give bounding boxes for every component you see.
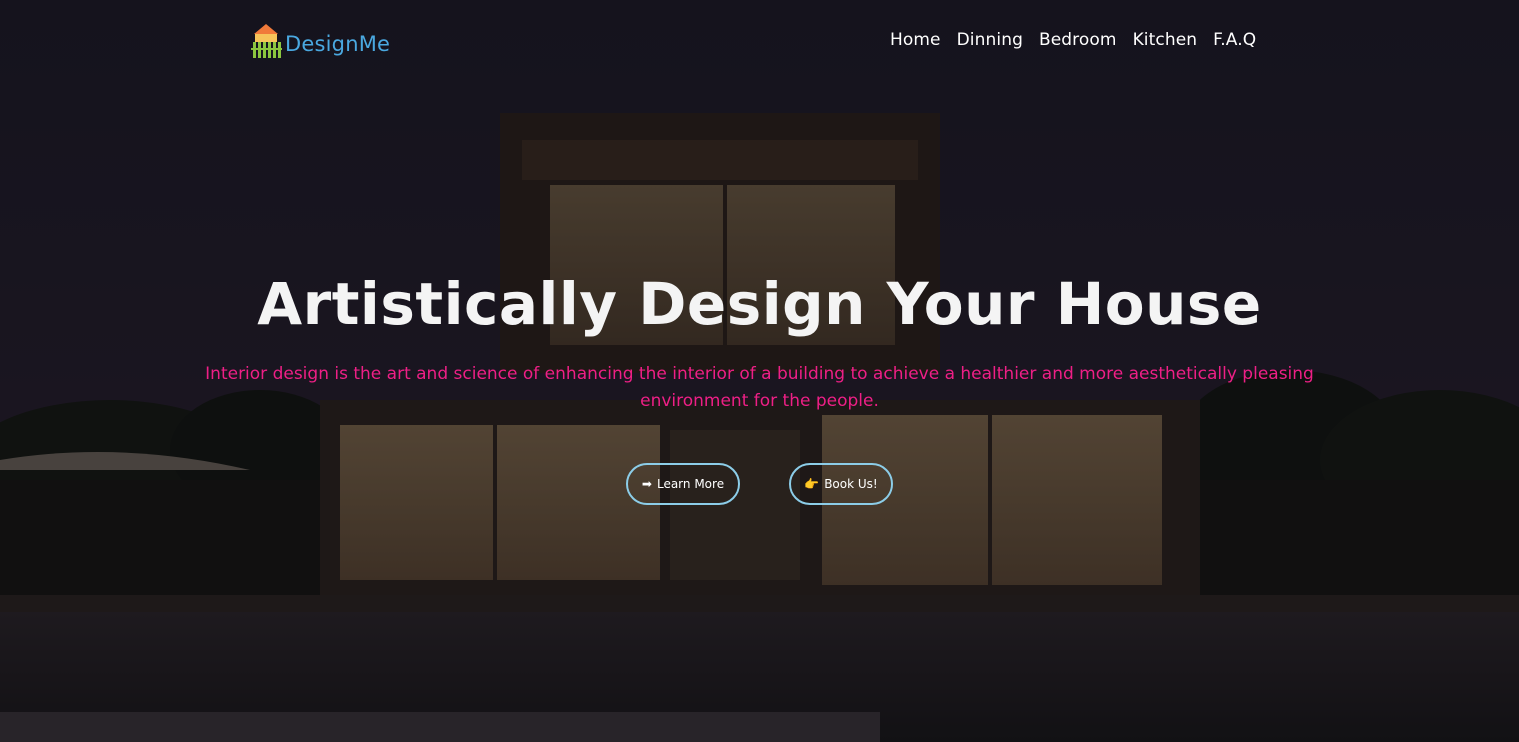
pointing-hand-icon: 👉: [804, 477, 820, 491]
nav-link-kitchen[interactable]: Kitchen: [1133, 30, 1198, 50]
nav-menu: Home Dinning Bedroom Kitchen F.A.Q: [882, 30, 1264, 50]
house-fence-icon: [251, 24, 282, 58]
learn-more-button[interactable]: ➡ Learn More: [626, 463, 740, 505]
nav-link-bedroom[interactable]: Bedroom: [1039, 30, 1117, 50]
book-us-button[interactable]: 👉 Book Us!: [789, 463, 893, 505]
nav-item-kitchen: Kitchen: [1133, 30, 1198, 50]
nav-item-bedroom: Bedroom: [1039, 30, 1117, 50]
top-navbar: DesignMe Home Dinning Bedroom Kitchen F.…: [0, 0, 1519, 90]
nav-link-dinning[interactable]: Dinning: [957, 30, 1023, 50]
nav-link-faq[interactable]: F.A.Q: [1213, 30, 1256, 50]
learn-more-label: Learn More: [656, 477, 725, 491]
hero-title: Artistically Design Your House: [257, 270, 1262, 338]
brand-name: DesignMe: [285, 32, 391, 56]
hero-subtitle: Interior design is the art and science o…: [205, 364, 1314, 411]
nav-item-faq: F.A.Q: [1213, 30, 1256, 50]
brand-link[interactable]: DesignMe: [250, 22, 390, 60]
nav-link-home[interactable]: Home: [890, 30, 941, 50]
nav-item-home: Home: [890, 30, 941, 50]
hero-section: DesignMe Home Dinning Bedroom Kitchen F.…: [0, 0, 1519, 742]
arrow-right-icon: ➡: [641, 477, 652, 491]
nav-item-dinning: Dinning: [957, 30, 1023, 50]
book-us-label: Book Us!: [824, 477, 878, 491]
